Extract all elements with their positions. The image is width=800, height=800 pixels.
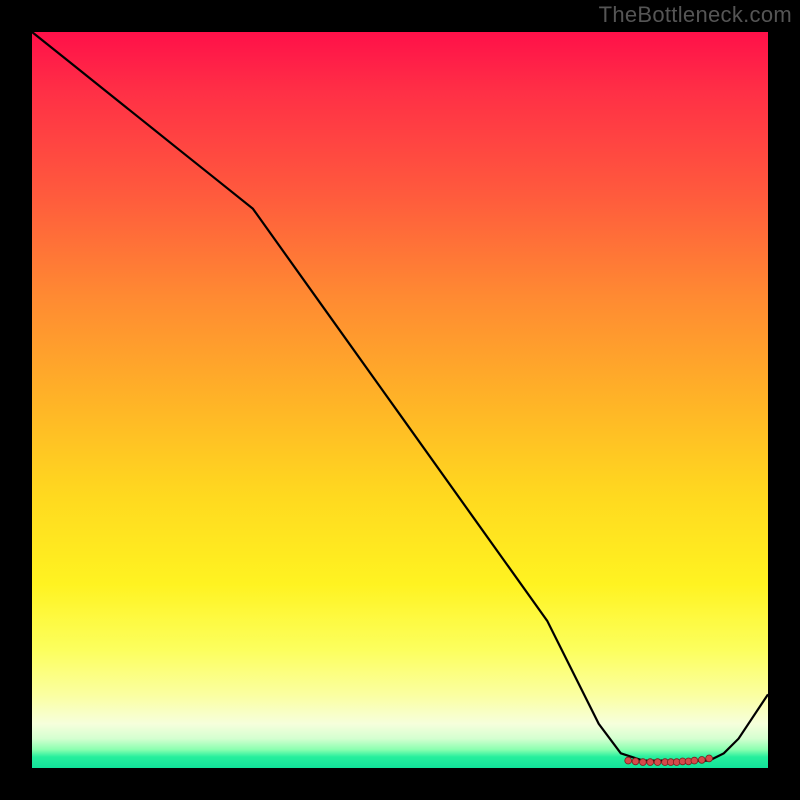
marker-dot <box>698 757 705 764</box>
chart-svg <box>32 32 768 768</box>
marker-dot <box>625 757 632 764</box>
curve-line <box>32 32 768 761</box>
marker-dot <box>691 757 698 764</box>
marker-dot <box>632 758 639 765</box>
marker-dot <box>654 759 661 766</box>
attribution-text: TheBottleneck.com <box>599 2 792 28</box>
chart-frame: TheBottleneck.com <box>0 0 800 800</box>
marker-dot <box>647 759 654 766</box>
marker-dot <box>706 755 713 762</box>
marker-dot <box>640 759 647 766</box>
highlight-markers <box>625 755 713 765</box>
plot-area <box>32 32 768 768</box>
